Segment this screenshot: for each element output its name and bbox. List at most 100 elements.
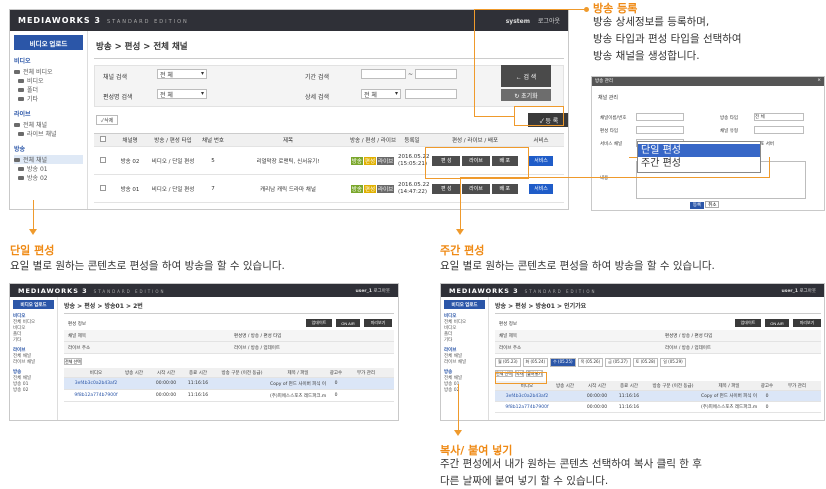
sidebar-section-video[interactable]: 비디오 [14,56,83,65]
tab-tue[interactable]: 화 (05.24) [522,358,549,367]
row-checkbox[interactable] [94,156,112,165]
table-row[interactable]: 3ef4b3c0a2b43af2 00:00:00 11:16:16 Copy … [495,391,821,402]
row-checkbox[interactable] [94,184,112,193]
app-header: MEDIAWORKS 3 STANDARD EDITION user_1 로그아웃 [441,284,824,297]
breadcrumb: 방송 > 편성 > 전체 채널 [94,34,564,59]
col-channel[interactable]: 채널명 [112,136,148,144]
reset-icon: ↻ [514,93,520,100]
folder-icon [14,157,20,162]
row-type: 비디오 / 단일 편성 [151,158,195,165]
sidebar-item-folder[interactable]: 폴더 [14,85,83,94]
chevron-down-icon: ▾ [200,70,204,77]
connector-line [460,177,770,178]
update-button[interactable]: 업데이트 [735,319,761,327]
sidebar-item-etc[interactable]: 기타 [444,337,485,343]
dialog-ok-button[interactable]: 등록 [690,201,704,209]
update-button[interactable]: 업데이트 [306,319,332,327]
video-upload-button[interactable]: 비디오 업로드 [444,300,485,309]
org-search-select[interactable]: 전 체 ▾ [157,89,207,99]
sidebar-item-video[interactable]: 비디오 [14,76,83,85]
folder-icon [18,78,24,83]
info-label: 편성 정보 [499,322,517,327]
row-title[interactable]: 캐리남 캐릭 드라마 채널 [228,185,348,193]
period-start-field[interactable] [361,69,406,79]
broadcast-type-select[interactable]: 전 체 [754,113,804,121]
sidebar-item-broadcast-02[interactable]: 방송 02 [444,387,485,393]
close-icon[interactable]: × [817,78,821,85]
select-all-checkbox[interactable] [94,136,112,144]
option-single[interactable]: 단일 편성 [638,144,760,157]
service-button[interactable]: 서비스 [529,155,553,166]
live-button[interactable]: 라이브 [462,183,490,194]
sidebar-item-live-channel[interactable]: 라이브 채널 [14,129,83,138]
logout-link[interactable]: 로그아웃 [373,289,390,294]
option-weekly[interactable]: 주간 편성 [638,157,760,170]
col-status[interactable]: 방송 / 편성 / 라이브 [348,136,398,144]
sidebar-item-broadcast-02[interactable]: 방송 02 [14,173,83,182]
table-header: 채널명 방송 / 편성 타입 채널 번호 제목 방송 / 편성 / 라이브 등록… [94,133,564,147]
col-actions[interactable]: 편성 / 라이브 / 배포 [426,136,524,144]
table-row[interactable]: 9f8b12a774b7900f 00:00:00 11:16:16 (주)피에… [495,402,821,413]
dialog-cancel-button[interactable]: 취소 [705,201,720,208]
row-title[interactable]: 리얼막장 로맨틱, 신서유기! [228,157,348,165]
detail-search-input[interactable] [405,89,457,99]
broadcast-type-label: 방송 타입 [720,116,738,121]
sidebar-item-broadcast-01[interactable]: 방송 01 [14,164,83,173]
tab-wed[interactable]: 수 (05.25) [550,358,576,367]
single-title: 단일 편성 [10,244,55,257]
status-tag-schedule: 편성 [363,156,377,165]
on-air-button[interactable]: ON AIR [336,319,360,327]
on-air-button[interactable]: ON AIR [765,319,789,327]
col-number[interactable]: 채널 번호 [198,136,228,144]
row-channel: 방송 02 [120,158,140,165]
schedule-button[interactable]: 편 성 [432,183,461,194]
tab-sat[interactable]: 토 (05.28) [632,358,659,367]
search-button[interactable]: ← 검 색 [501,65,551,87]
table-row[interactable]: 3ef4b3c0a2b43af2 00:00:00 11:16:16 Copy … [64,378,394,390]
sidebar-section-live[interactable]: 라이브 [14,109,83,118]
schedule-type-small-select[interactable] [636,126,684,134]
channel-kind-select[interactable] [754,126,804,134]
sidebar-item-broadcast-all[interactable]: 전체 채널 [14,155,83,164]
col-type[interactable]: 방송 / 편성 타입 [148,136,198,144]
register-highlight [514,106,564,126]
service-button[interactable]: 서비스 [529,183,553,194]
video-upload-button[interactable]: 비디오 업로드 [14,35,83,50]
sidebar-item-all-video[interactable]: 전체 비디오 [14,67,83,76]
tab-thu[interactable]: 목 (05.26) [577,358,604,367]
preview-button[interactable]: 미리보기 [793,319,821,327]
user-area: system 로그아웃 [506,16,560,25]
tab-mon[interactable]: 월 (05.23) [495,358,521,367]
logout-link[interactable]: 로그아웃 [799,289,816,294]
detail-search-select[interactable]: 전 체 ▾ [361,89,401,99]
sidebar-item-etc[interactable]: 기타 [13,337,54,343]
sidebar-section-broadcast[interactable]: 방송 [14,144,83,153]
video-upload-button[interactable]: 비디오 업로드 [13,300,54,309]
channel-search-select[interactable]: 전 체 ▾ [157,69,207,79]
status-tag-broadcast: 방송 [350,184,363,193]
tab-fri[interactable]: 금 (05.27) [605,358,631,367]
sidebar-item-broadcast-02[interactable]: 방송 02 [13,387,54,393]
channel-name-field[interactable] [636,113,684,121]
col-date[interactable]: 등록일 [398,136,426,144]
deploy-button[interactable]: 배 포 [491,183,518,194]
sidebar-item-live-channel[interactable]: 라이브 채널 [13,359,54,365]
col-title[interactable]: 제목 [228,136,348,144]
schedule-type-dropdown[interactable]: 단일 편성 주간 편성 [637,141,761,173]
table-row[interactable]: 방송 01 비디오 / 단일 편성 7 캐리남 캐릭 드라마 채널 방송 편성 라이… [94,175,564,203]
table-row[interactable]: 9f8b12a774b7900f 00:00:00 11:16:16 (주)피에… [64,390,394,402]
sidebar-item-all-channel[interactable]: 전체 채널 [14,120,83,129]
preview-button[interactable]: 미리보기 [364,319,392,327]
delete-button[interactable]: ✓삭제 [96,115,118,125]
row-status: 방송 편성 라이브 [348,156,398,165]
sidebar-item-etc[interactable]: 기타 [14,94,83,103]
logout-link[interactable]: 로그아웃 [538,18,560,25]
main-content: 방송 > 편성 > 방송01 > 2번 편성 정보 업데이트 ON AIR 미리… [64,299,394,402]
reset-button[interactable]: ↻ 초기화 [501,89,551,101]
col-service[interactable]: 서비스 [524,136,558,144]
period-end-field[interactable] [415,69,457,79]
tab-sun[interactable]: 일 (05.29) [660,358,686,367]
select-all-button[interactable]: 전체 선택 [64,358,82,365]
info-bar: 편성 정보 업데이트 ON AIR 미리보기 [495,318,821,330]
sidebar-item-live-channel[interactable]: 라이브 채널 [444,359,485,365]
